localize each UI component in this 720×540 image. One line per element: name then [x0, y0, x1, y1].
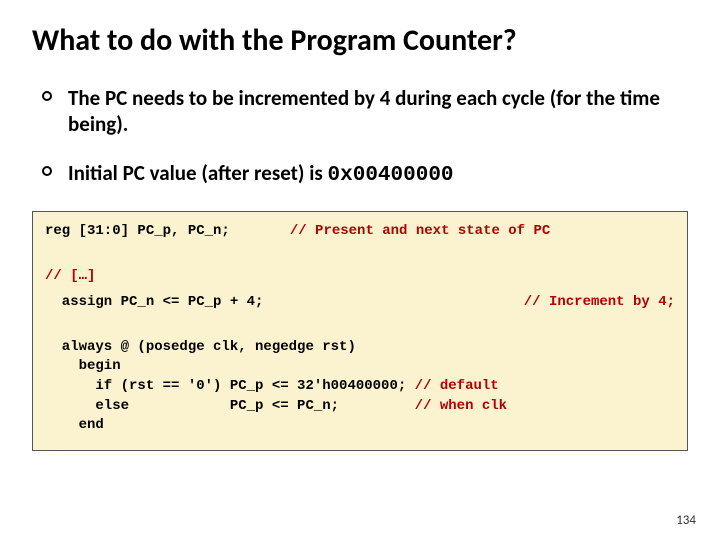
code-line: else PC_p <= PC_n;: [45, 398, 415, 414]
code-comment: // Increment by 4;: [484, 293, 675, 313]
code-line: begin: [45, 358, 121, 374]
slide-title: What to do with the Program Counter?: [32, 24, 688, 57]
code-line: reg [31:0] PC_p, PC_n;: [45, 222, 230, 242]
bullet-item: The PC needs to be incremented by 4 duri…: [42, 85, 688, 138]
bullet-list: The PC needs to be incremented by 4 duri…: [42, 85, 688, 189]
code-block: reg [31:0] PC_p, PC_n; // Present and nex…: [32, 211, 688, 451]
code-comment: // […]: [45, 268, 95, 284]
slide-number: 134: [676, 513, 696, 528]
code-line: always @ (posedge clk, negedge rst): [45, 339, 356, 355]
code-comment: // when clk: [415, 398, 507, 414]
code-comment: // default: [415, 378, 499, 394]
bullet-text: Initial PC value (after reset) is: [68, 160, 328, 186]
code-line: if (rst == '0') PC_p <= 32'h00400000;: [45, 378, 415, 394]
code-line: end: [45, 417, 104, 433]
bullet-text: The PC needs to be incremented by 4 duri…: [68, 85, 660, 137]
bullet-item: Initial PC value (after reset) is 0x0040…: [42, 160, 688, 189]
slide: What to do with the Program Counter? The…: [0, 0, 720, 540]
hex-literal: 0x00400000: [328, 164, 454, 187]
code-comment: // Present and next state of PC: [290, 222, 550, 242]
code-line: assign PC_n <= PC_p + 4;: [45, 293, 263, 313]
